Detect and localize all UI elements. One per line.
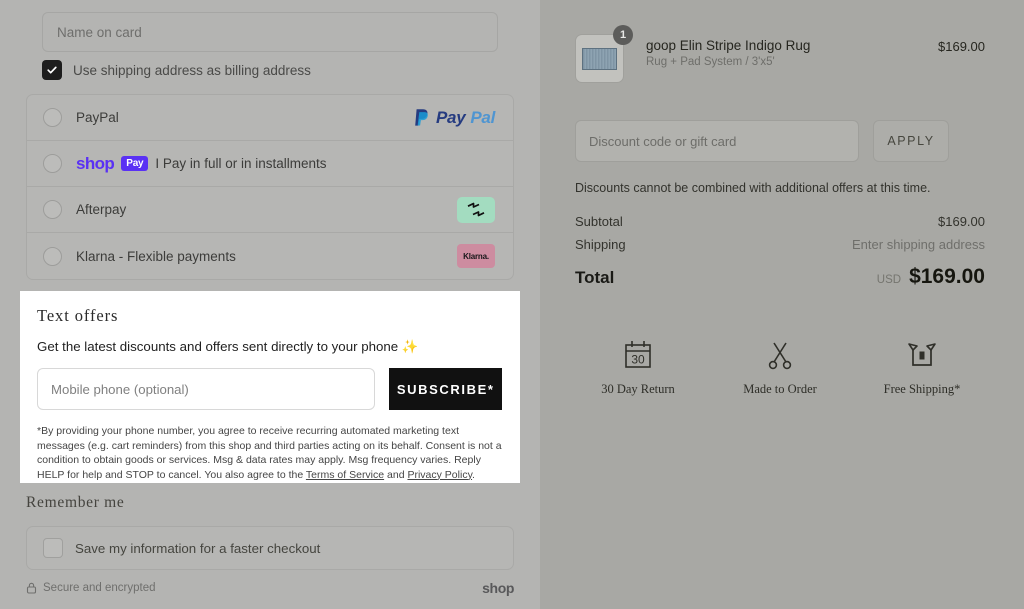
paypal-text-pay: Pay bbox=[436, 107, 466, 127]
shipping-label: Shipping bbox=[575, 237, 626, 252]
payment-option-paypal-label: PayPal bbox=[76, 110, 119, 125]
radio-shop-pay[interactable] bbox=[43, 154, 62, 173]
check-icon bbox=[47, 66, 57, 74]
trust-badge-free-shipping: Free Shipping* bbox=[859, 336, 985, 397]
total-label: Total bbox=[575, 268, 615, 287]
legal-end: . bbox=[472, 468, 475, 481]
total-amount: $169.00 bbox=[909, 265, 985, 288]
scissors-icon bbox=[763, 336, 797, 374]
name-on-card-placeholder: Name on card bbox=[57, 24, 142, 40]
trust-badge-return: 30 30 Day Return bbox=[575, 336, 701, 397]
text-offers-title: Text offers bbox=[37, 306, 119, 325]
shipping-value: Enter shipping address bbox=[852, 237, 985, 252]
checkout-footer: Secure and encrypted shop bbox=[26, 580, 514, 596]
trust-badge-return-label: 30 Day Return bbox=[601, 382, 675, 396]
remember-me-title: Remember me bbox=[26, 494, 125, 511]
payment-option-afterpay[interactable]: Afterpay bbox=[27, 187, 513, 233]
terms-of-service-link[interactable]: Terms of Service bbox=[306, 469, 384, 481]
subtotal-row: Subtotal $169.00 bbox=[575, 214, 985, 237]
name-on-card-input[interactable]: Name on card bbox=[42, 12, 498, 52]
billing-address-label: Use shipping address as billing address bbox=[73, 62, 311, 78]
order-totals: Subtotal $169.00 Shipping Enter shipping… bbox=[575, 214, 985, 299]
product-image bbox=[582, 47, 617, 70]
payment-option-klarna[interactable]: Klarna - Flexible payments Klarna. bbox=[27, 233, 513, 279]
text-offers-subtitle-text: Get the latest discounts and offers sent… bbox=[37, 339, 399, 354]
discount-code-input[interactable]: Discount code or gift card bbox=[575, 120, 859, 162]
open-box-icon bbox=[905, 336, 939, 374]
product-variant: Rug + Pad System / 3'x5' bbox=[646, 56, 775, 68]
save-info-checkbox[interactable] bbox=[43, 538, 63, 558]
shop-pay-logo: shop bbox=[76, 153, 115, 173]
product-title: goop Elin Stripe Indigo Rug bbox=[646, 38, 811, 53]
quantity-badge: 1 bbox=[613, 25, 633, 45]
secure-encrypted-text: Secure and encrypted bbox=[43, 582, 156, 594]
billing-address-checkbox-row[interactable]: Use shipping address as billing address bbox=[42, 60, 311, 80]
subscribe-button[interactable]: SUBSCRIBE* bbox=[389, 368, 502, 410]
shipping-row: Shipping Enter shipping address bbox=[575, 237, 985, 260]
text-offers-form: Mobile phone (optional) SUBSCRIBE* bbox=[37, 368, 502, 410]
discount-row: Discount code or gift card APPLY bbox=[575, 120, 985, 162]
remember-me-row[interactable]: Save my information for a faster checkou… bbox=[26, 526, 514, 570]
trust-badge-made-to-order: Made to Order bbox=[717, 336, 843, 397]
paypal-p-icon bbox=[415, 109, 428, 126]
payment-option-paypal[interactable]: PayPal Pay Pal bbox=[27, 95, 513, 141]
radio-klarna[interactable] bbox=[43, 246, 62, 266]
order-line-item: 1 goop Elin Stripe Indigo Rug Rug + Pad … bbox=[575, 25, 985, 83]
text-offers-legal: *By providing your phone number, you agr… bbox=[37, 424, 502, 482]
radio-afterpay[interactable] bbox=[43, 200, 62, 219]
payment-option-klarna-label: Klarna - Flexible payments bbox=[76, 248, 236, 264]
lock-icon bbox=[26, 582, 37, 594]
payment-option-shop-pay[interactable]: shop Pay I Pay in full or in installment… bbox=[27, 141, 513, 187]
privacy-policy-link[interactable]: Privacy Policy bbox=[407, 469, 472, 481]
subtotal-label: Subtotal bbox=[575, 214, 623, 229]
text-offers-card: Text offers Get the latest discounts and… bbox=[20, 291, 520, 483]
total-row: Total USD $169.00 bbox=[575, 265, 985, 299]
total-currency: USD bbox=[876, 274, 902, 286]
shop-pay-chip: Pay bbox=[121, 155, 149, 172]
order-summary-panel: 1 goop Elin Stripe Indigo Rug Rug + Pad … bbox=[540, 0, 1024, 609]
sparkle-icon: ✨ bbox=[401, 339, 419, 354]
afterpay-badge-icon bbox=[457, 196, 495, 223]
checkout-left-column: Name on card Use shipping address as bil… bbox=[0, 0, 540, 609]
klarna-badge-icon: Klarna. bbox=[457, 244, 495, 268]
legal-and: and bbox=[384, 468, 408, 481]
product-details: goop Elin Stripe Indigo Rug Rug + Pad Sy… bbox=[646, 34, 938, 68]
trust-badge-made-to-order-label: Made to Order bbox=[743, 382, 817, 396]
trust-badges: 30 30 Day Return Made to Order Free Ship… bbox=[575, 336, 985, 397]
billing-address-checkbox[interactable] bbox=[42, 60, 62, 80]
trust-badge-free-shipping-label: Free Shipping* bbox=[883, 382, 961, 396]
calendar-day-number: 30 bbox=[631, 353, 645, 367]
save-info-label: Save my information for a faster checkou… bbox=[75, 540, 321, 556]
product-price: $169.00 bbox=[938, 39, 985, 54]
secure-encrypted-note: Secure and encrypted bbox=[26, 582, 156, 594]
subtotal-value: $169.00 bbox=[938, 214, 985, 229]
product-thumbnail-wrap: 1 bbox=[575, 25, 633, 83]
radio-paypal[interactable] bbox=[43, 108, 62, 127]
afterpay-mark-icon bbox=[467, 202, 485, 217]
discount-code-placeholder: Discount code or gift card bbox=[589, 133, 737, 149]
mobile-phone-placeholder: Mobile phone (optional) bbox=[51, 381, 189, 397]
calendar-30-icon: 30 bbox=[621, 336, 655, 374]
discount-note: Discounts cannot be combined with additi… bbox=[575, 181, 931, 195]
payment-option-shop-pay-label: I Pay in full or in installments bbox=[155, 156, 327, 171]
mobile-phone-input[interactable]: Mobile phone (optional) bbox=[37, 368, 376, 410]
paypal-text-pal: Pal bbox=[470, 107, 495, 127]
shop-footer-logo: shop bbox=[482, 580, 514, 596]
text-offers-subtitle: Get the latest discounts and offers sent… bbox=[37, 339, 502, 355]
paypal-logo: Pay Pal bbox=[414, 108, 495, 128]
payment-option-afterpay-label: Afterpay bbox=[76, 202, 127, 217]
checkout-page: Name on card Use shipping address as bil… bbox=[0, 0, 1024, 609]
payment-method-list: PayPal Pay Pal shop Pay I Pay in full or… bbox=[26, 94, 514, 280]
apply-discount-button[interactable]: APPLY bbox=[873, 120, 949, 162]
